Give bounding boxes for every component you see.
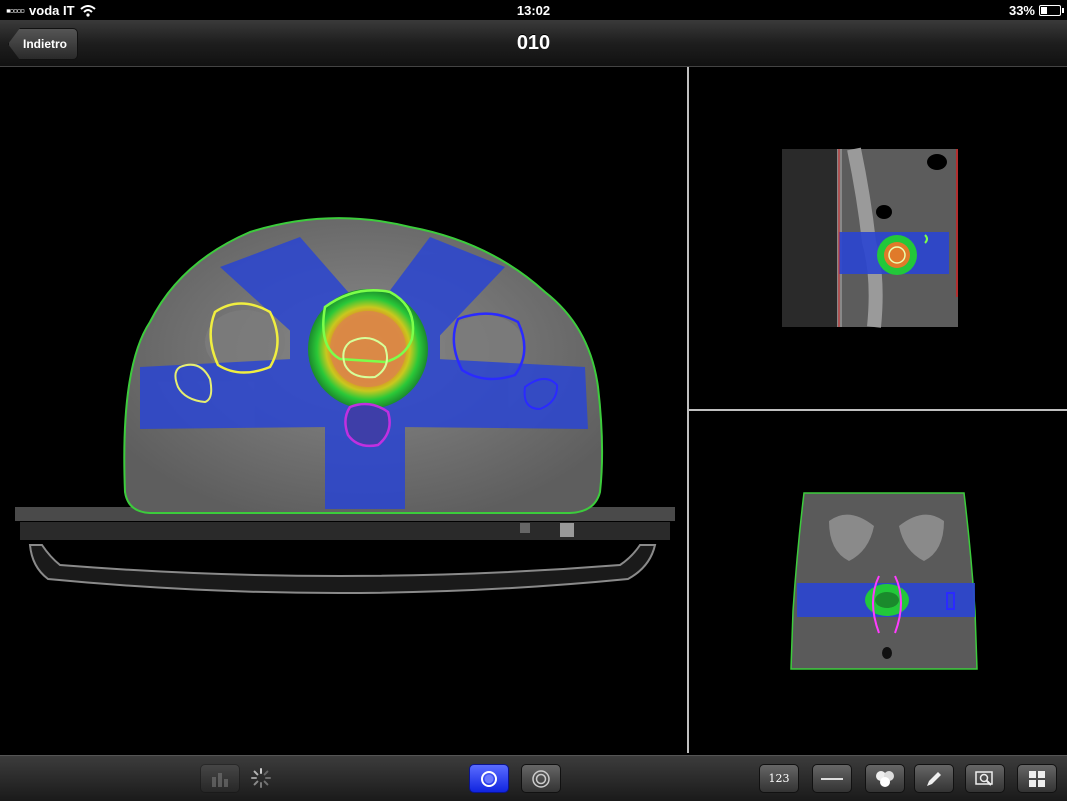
pencil-button[interactable] [914, 764, 954, 793]
zoom-button[interactable] [965, 764, 1005, 793]
histogram-button[interactable] [200, 764, 240, 793]
battery-icon [1039, 5, 1064, 16]
structures-button[interactable] [865, 764, 905, 793]
layout-button[interactable] [1017, 764, 1057, 793]
axial-ct-image [15, 217, 675, 594]
sagittal-ct-view[interactable] [689, 67, 1067, 409]
navigation-bar: Indietro 010 [0, 20, 1067, 67]
coronal-ct-image [790, 492, 978, 670]
double-ring-icon [532, 769, 550, 788]
numbers-icon: 123 [768, 772, 790, 785]
status-bar: ▪▫▫▫▫ voda IT 13:02 33% [0, 0, 1067, 20]
axial-ct-view[interactable] [0, 67, 687, 753]
single-ring-icon [481, 770, 497, 787]
ruler-icon [821, 777, 843, 780]
battery-percent: 33% [1008, 3, 1035, 18]
sagittal-ct-image [782, 147, 958, 328]
zoom-icon [975, 770, 993, 786]
status-time: 13:02 [516, 3, 551, 18]
coronal-ct-view[interactable] [689, 411, 1067, 753]
histogram-icon [212, 772, 228, 787]
page-title: 010 [516, 32, 551, 54]
double-ring-button[interactable] [521, 764, 561, 793]
loading-spinner-icon [251, 768, 271, 788]
layout-grid-icon [1029, 770, 1045, 787]
pencil-icon [927, 771, 941, 786]
single-ring-button[interactable] [469, 764, 509, 793]
structures-icon [876, 770, 894, 787]
battery-info: 33% [1008, 3, 1064, 18]
ruler-button[interactable] [812, 764, 852, 793]
bottom-toolbar: 123 [0, 755, 1067, 801]
numbers-button[interactable]: 123 [759, 764, 799, 793]
